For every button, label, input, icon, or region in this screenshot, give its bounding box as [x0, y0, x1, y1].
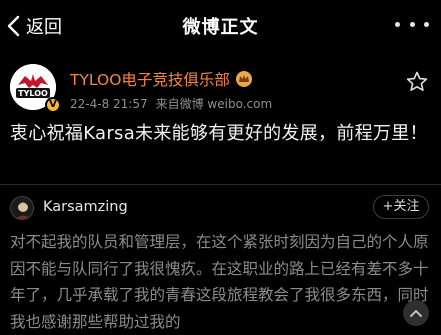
follow-button[interactable]: +关注: [373, 195, 429, 219]
post-source: 来自微博 weibo.com: [155, 97, 273, 111]
post-meta: 22-4-8 21:57 来自微博 weibo.com: [70, 95, 272, 112]
star-favorite-icon[interactable]: [405, 70, 429, 94]
svg-text:TYLOO: TYLOO: [18, 89, 48, 98]
post-author-label: TYLOO电子竞技俱乐部: [70, 71, 230, 89]
post-date: 22-4-8 21:57: [70, 97, 148, 111]
repost-avatar[interactable]: [10, 196, 34, 220]
post-author-header: TYLOO V TYLOO电子竞技俱乐部 22-4-8 21:57 来自微博 we…: [0, 64, 441, 114]
crown-badge-icon: [235, 71, 252, 87]
more-dot-icon: [409, 21, 415, 27]
user-avatar-icon: [11, 197, 33, 219]
more-dot-icon: [424, 21, 429, 27]
post-body: 衷心祝福Karsa未来能够有更好的发展，前程万里！: [10, 123, 428, 144]
divider: [0, 184, 441, 185]
top-navbar: 返回 微博正文: [0, 0, 441, 52]
repost-author-name[interactable]: Karsamzing: [43, 199, 128, 215]
chevron-up-icon: [410, 310, 422, 317]
more-dot-icon: [395, 21, 400, 27]
more-options-icon[interactable]: [395, 18, 429, 30]
repost-body: 对不起我的队员和管理层，在这个紧张时刻因为自己的个人原因不能与队同行了我很愧疚。…: [10, 233, 429, 331]
scroll-to-top-button[interactable]: [403, 300, 429, 326]
page-title: 微博正文: [182, 17, 259, 38]
post-author-name[interactable]: TYLOO电子竞技俱乐部: [70, 68, 253, 90]
verified-badge-icon: V: [45, 97, 61, 113]
